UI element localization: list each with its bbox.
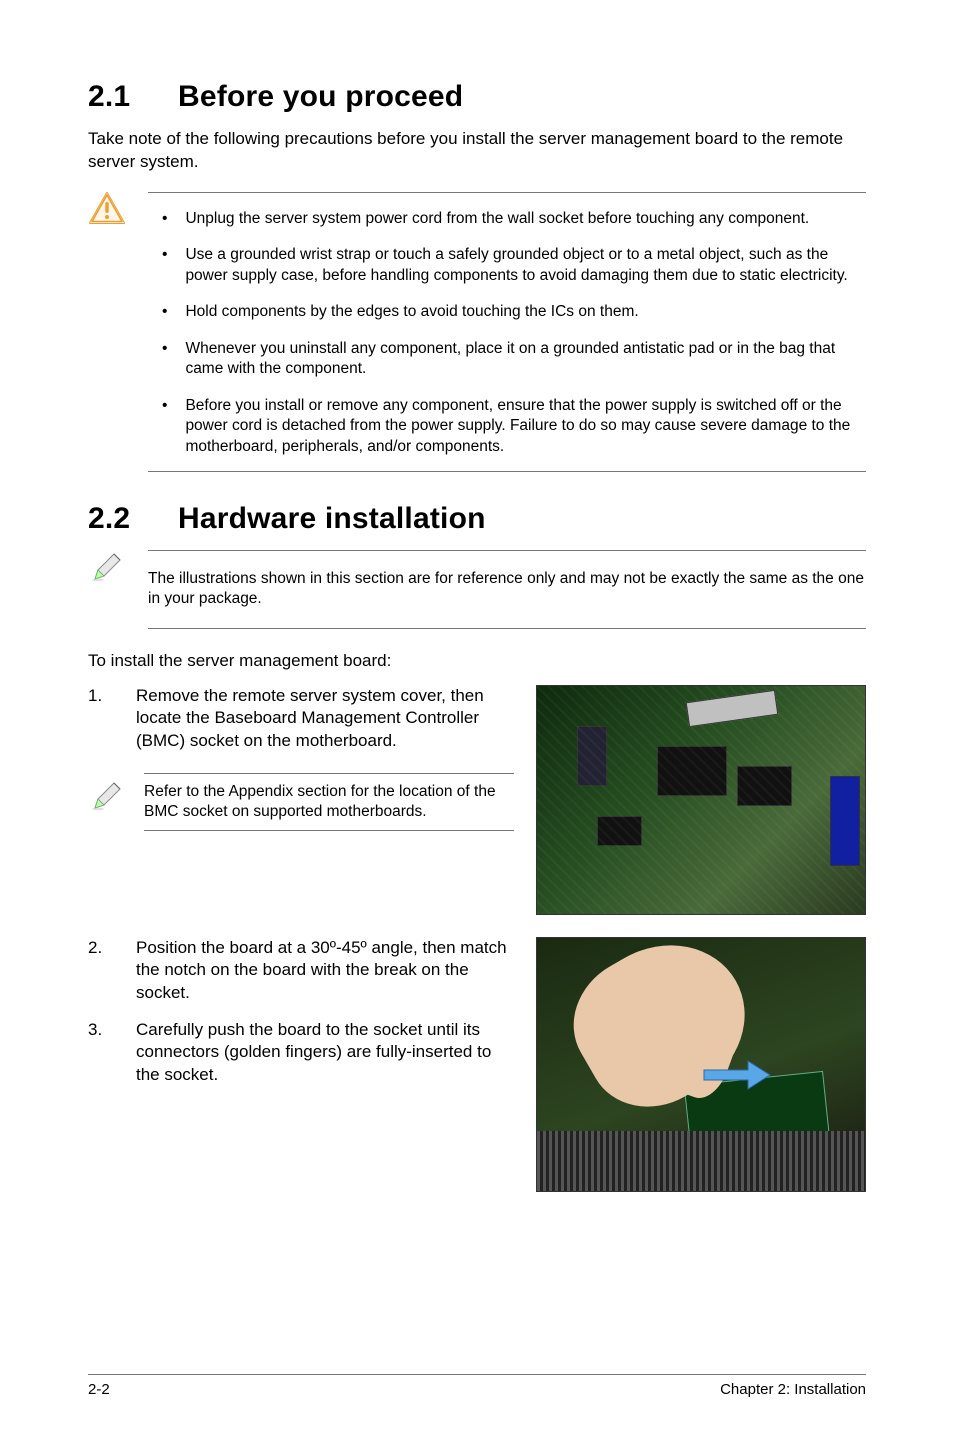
bullet-item: •Unplug the server system power cord fro… <box>148 203 866 239</box>
caution-callout: •Unplug the server system power cord fro… <box>88 192 866 472</box>
appendix-note: Refer to the Appendix section for the lo… <box>88 773 514 831</box>
bullet-item: •Before you install or remove any compon… <box>148 390 866 461</box>
heading-hardware-installation: 2.2Hardware installation <box>88 502 866 536</box>
footer-chapter: Chapter 2: Installation <box>720 1381 866 1398</box>
bullet-item: •Hold components by the edges to avoid t… <box>148 296 866 332</box>
bullet-item: •Whenever you uninstall any component, p… <box>148 333 866 390</box>
bullet-item: •Use a grounded wrist strap or touch a s… <box>148 239 866 296</box>
footer-page-number: 2-2 <box>88 1381 110 1398</box>
appendix-note-text: Refer to the Appendix section for the lo… <box>144 773 514 831</box>
heading-before-you-proceed: 2.1Before you proceed <box>88 80 866 114</box>
pencil-icon <box>90 550 124 584</box>
motherboard-photo <box>536 685 866 915</box>
step-row-2: 2.Position the board at a 30º-45º angle,… <box>88 937 866 1192</box>
heading-text: Before you proceed <box>178 80 463 113</box>
insertion-arrow-icon <box>702 1058 772 1097</box>
caution-icon <box>89 192 125 224</box>
steps-lead: To install the server management board: <box>88 651 866 671</box>
installation-photo <box>536 937 866 1192</box>
intro-paragraph: Take note of the following precautions b… <box>88 128 866 174</box>
step-2: 2.Position the board at a 30º-45º angle,… <box>88 937 514 1005</box>
note-text: The illustrations shown in this section … <box>148 561 866 618</box>
page-footer: 2-2 Chapter 2: Installation <box>88 1374 866 1398</box>
step-3: 3.Carefully push the board to the socket… <box>88 1019 514 1087</box>
note-callout: The illustrations shown in this section … <box>88 550 866 629</box>
caution-bullet-list: •Unplug the server system power cord fro… <box>148 203 866 461</box>
pencil-icon <box>90 779 124 813</box>
heading-text: Hardware installation <box>178 502 486 535</box>
step-1: 1.Remove the remote server system cover,… <box>88 685 514 753</box>
heading-number: 2.1 <box>88 80 178 114</box>
step-row-1: 1.Remove the remote server system cover,… <box>88 685 866 915</box>
page: 2.1Before you proceed Take note of the f… <box>0 0 954 1438</box>
heading-number: 2.2 <box>88 502 178 536</box>
